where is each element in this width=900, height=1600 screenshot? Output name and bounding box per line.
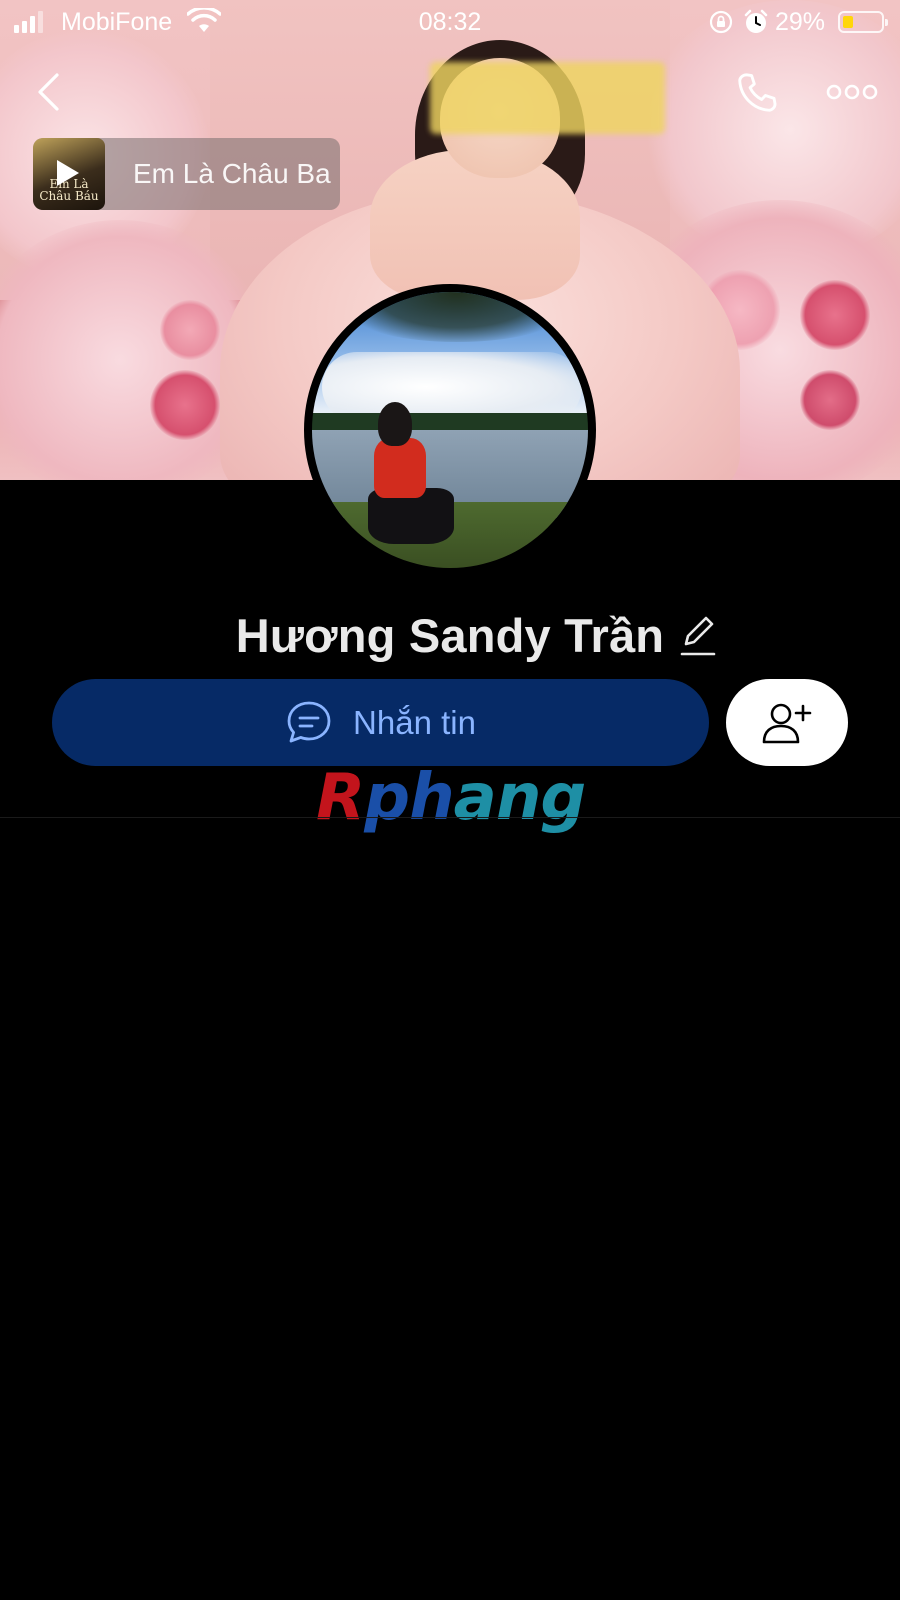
play-icon[interactable] — [57, 160, 79, 186]
pencil-icon — [680, 616, 716, 656]
song-title: Em Là Châu Ba — [133, 158, 331, 189]
profile-music-player[interactable]: Em Là Châu Báu Em Là Châu Ba — [33, 138, 340, 210]
rose-decoration — [800, 280, 870, 350]
profile-avatar[interactable] — [304, 284, 596, 576]
watermark-logo: Rphang — [316, 766, 586, 830]
chevron-left-icon — [38, 73, 59, 111]
add-friend-button[interactable] — [726, 679, 848, 766]
more-options-button[interactable] — [822, 72, 882, 112]
back-button[interactable] — [28, 70, 68, 114]
message-button[interactable]: Nhắn tin — [52, 679, 709, 766]
alarm-icon — [744, 9, 768, 33]
call-button[interactable] — [730, 66, 784, 120]
message-button-label: Nhắn tin — [353, 703, 476, 741]
section-divider — [0, 817, 900, 818]
avatar-cloud — [322, 352, 582, 422]
rose-decoration — [150, 370, 220, 440]
profile-name-row: Hương Sandy Trần — [0, 600, 900, 670]
more-dots-icon — [826, 84, 878, 100]
phone-icon — [738, 73, 777, 112]
watermark-part: ph — [364, 761, 454, 835]
avatar-person-top — [374, 438, 426, 498]
battery-percent: 29% — [775, 8, 826, 36]
profile-name: Hương Sandy Trần — [235, 609, 665, 662]
chat-bubble-icon — [287, 701, 331, 742]
album-cover: Em Là Châu Báu — [33, 138, 105, 210]
avatar-person-head — [378, 402, 412, 446]
watermark-part: ang — [453, 761, 587, 835]
add-user-icon — [762, 703, 812, 743]
rose-decoration — [160, 300, 220, 360]
battery-fill — [843, 16, 853, 28]
privacy-blur — [430, 62, 665, 134]
orientation-lock-icon — [709, 10, 733, 34]
rose-decoration — [800, 370, 860, 430]
status-bar: MobiFone 08:32 29% — [0, 0, 900, 44]
watermark-part: R — [316, 761, 365, 835]
battery-icon — [838, 11, 888, 33]
edit-name-button[interactable] — [678, 612, 718, 658]
